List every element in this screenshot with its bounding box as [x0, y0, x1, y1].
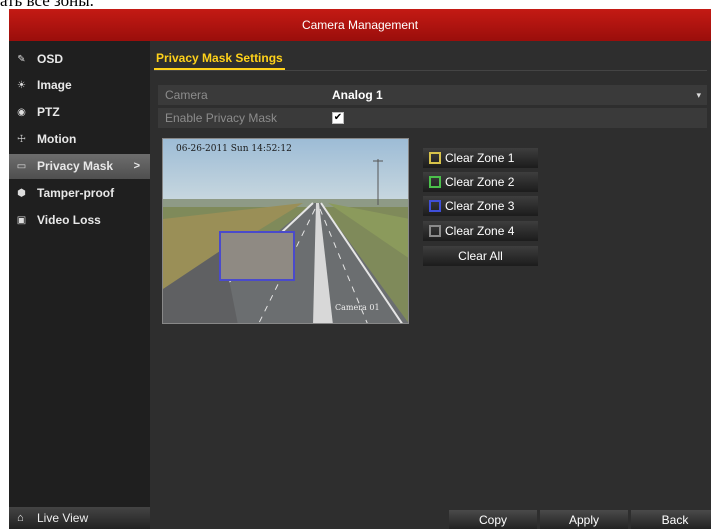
clear-zone-2-button[interactable]: Clear Zone 2 [423, 172, 538, 192]
camera-management-window: Camera Management ✎ OSD ☀ Image ◉ PTZ ☩ … [9, 9, 711, 529]
zone-1-color-icon [429, 152, 441, 164]
tamper-proof-icon: ⬢ [17, 188, 26, 199]
sidebar-item-video-loss[interactable]: ▣ Video Loss [9, 208, 150, 233]
enable-privacy-mask-row: Enable Privacy Mask ✔ [158, 108, 707, 128]
live-view-label: Live View [37, 511, 89, 525]
sidebar-item-label: OSD [37, 52, 64, 66]
osd-icon: ✎ [17, 54, 26, 65]
chevron-down-icon[interactable]: ▾ [696, 85, 701, 105]
sidebar-item-tamper-proof[interactable]: ⬢ Tamper-proof [9, 181, 150, 206]
zone-4-color-icon [429, 225, 441, 237]
enable-privacy-mask-label: Enable Privacy Mask [165, 111, 278, 125]
page-caption: ать все зоны. [0, 0, 300, 9]
video-loss-icon: ▣ [16, 215, 27, 226]
home-icon: ⌂ [17, 512, 24, 524]
chevron-right-icon: > [133, 160, 140, 172]
sidebar: ✎ OSD ☀ Image ◉ PTZ ☩ Motion ▭ Privacy M… [9, 41, 150, 529]
sidebar-item-image[interactable]: ☀ Image [9, 73, 150, 98]
tab-divider [154, 70, 707, 71]
ptz-icon: ◉ [17, 107, 26, 118]
sidebar-item-label: Privacy Mask [37, 159, 114, 173]
copy-button[interactable]: Copy [449, 510, 537, 529]
camera-select[interactable]: Analog 1 [332, 85, 383, 105]
sidebar-item-label: Video Loss [37, 213, 101, 227]
sidebar-item-osd[interactable]: ✎ OSD [9, 47, 150, 72]
clear-zone-label: Clear Zone 1 [445, 151, 515, 165]
zone-2-color-icon [429, 176, 441, 188]
camera-row: Camera Analog 1 ▾ [158, 85, 707, 105]
sidebar-item-motion[interactable]: ☩ Motion [9, 127, 150, 152]
sidebar-item-label: PTZ [37, 105, 60, 119]
clear-zone-label: Clear Zone 4 [445, 224, 515, 238]
camera-preview[interactable]: 06-26-2011 Sun 14:52:12 Camera 01 [162, 138, 409, 324]
privacy-mask-icon: ▭ [16, 161, 27, 172]
zone-3-color-icon [429, 200, 441, 212]
window-title: Camera Management [9, 9, 711, 41]
tab-privacy-mask-settings[interactable]: Privacy Mask Settings [154, 50, 285, 70]
clear-zone-3-button[interactable]: Clear Zone 3 [423, 196, 538, 216]
live-view-button[interactable]: ⌂ Live View [9, 507, 150, 529]
back-button[interactable]: Back [631, 510, 711, 529]
sidebar-item-label: Motion [37, 132, 77, 146]
image-icon: ☀ [17, 80, 26, 91]
sidebar-item-label: Image [37, 78, 72, 92]
enable-privacy-mask-checkbox[interactable]: ✔ [332, 112, 344, 124]
camera-label: Camera [165, 88, 208, 102]
preview-camera-label: Camera 01 [335, 303, 380, 312]
apply-button[interactable]: Apply [540, 510, 628, 529]
clear-all-button[interactable]: Clear All [423, 246, 538, 266]
preview-timestamp: 06-26-2011 Sun 14:52:12 [176, 144, 292, 154]
sidebar-item-ptz[interactable]: ◉ PTZ [9, 100, 150, 125]
clear-zone-label: Clear Zone 3 [445, 199, 515, 213]
clear-zone-1-button[interactable]: Clear Zone 1 [423, 148, 538, 168]
privacy-mask-zone[interactable] [219, 231, 295, 281]
sidebar-item-label: Tamper-proof [37, 186, 115, 200]
clear-zone-4-button[interactable]: Clear Zone 4 [423, 221, 538, 241]
sidebar-item-privacy-mask[interactable]: ▭ Privacy Mask > [9, 154, 150, 179]
main-content: Privacy Mask Settings Camera Analog 1 ▾ … [150, 41, 711, 529]
motion-icon: ☩ [17, 134, 26, 145]
clear-zone-label: Clear Zone 2 [445, 175, 515, 189]
